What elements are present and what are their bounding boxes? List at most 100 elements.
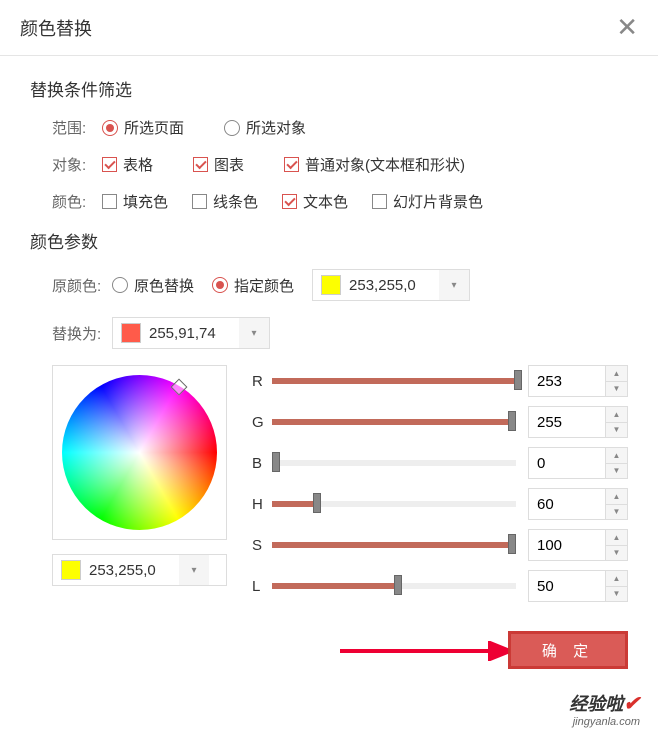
check-label: 表格 [123, 154, 153, 175]
check-chart[interactable]: 图表 [193, 154, 244, 175]
slider-thumb[interactable] [508, 534, 516, 554]
object-label: 对象: [52, 154, 102, 175]
color-params-area: 253,255,0 ▾ R 253 ▲▼ G [30, 365, 628, 611]
slider-fill [272, 583, 394, 589]
radio-selected-objects[interactable]: 所选对象 [224, 117, 306, 138]
color-wheel-box [52, 365, 227, 540]
color-value: 253,255,0 [89, 562, 179, 579]
replace-color-dropdown[interactable]: 255,91,74 ▾ [112, 317, 270, 349]
check-text-color[interactable]: 文本色 [282, 191, 348, 212]
color-replace-dialog: 颜色替换 ✕ 替换条件筛选 范围: 所选页面 所选对象 对象: [0, 0, 658, 699]
color-wheel[interactable] [62, 375, 217, 530]
channel-label: B [252, 455, 272, 472]
original-color-dropdown[interactable]: 253,255,0 ▾ [312, 269, 470, 301]
spinner-value: 60 [529, 489, 605, 519]
chevron-up-icon[interactable]: ▲ [606, 407, 627, 423]
ok-button[interactable]: 确 定 [508, 631, 628, 669]
chevron-up-icon[interactable]: ▲ [606, 571, 627, 587]
slider-fill [272, 542, 516, 548]
wheel-color-dropdown[interactable]: 253,255,0 ▾ [52, 554, 227, 586]
slider-g[interactable] [272, 419, 516, 425]
color-wheel-column: 253,255,0 ▾ [52, 365, 232, 611]
close-icon[interactable]: ✕ [616, 12, 638, 43]
check-table[interactable]: 表格 [102, 154, 153, 175]
slider-thumb[interactable] [394, 575, 402, 595]
spinner-h[interactable]: 60 ▲▼ [528, 488, 628, 520]
slider-h[interactable] [272, 501, 516, 507]
spinner-b[interactable]: 0 ▲▼ [528, 447, 628, 479]
radio-replace-original[interactable]: 原色替换 [112, 275, 194, 296]
check-label: 幻灯片背景色 [393, 191, 483, 212]
row-original-color: 原颜色: 原色替换 指定颜色 253,255,0 ▾ [30, 269, 628, 301]
row-replace-color: 替换为: 255,91,74 ▾ [30, 317, 628, 349]
replace-color-label: 替换为: [52, 323, 112, 344]
radio-selected-pages[interactable]: 所选页面 [102, 117, 184, 138]
chevron-down-icon[interactable]: ▼ [606, 587, 627, 602]
radio-icon [112, 277, 128, 293]
section-params-title: 颜色参数 [30, 228, 628, 253]
spinner-g[interactable]: 255 ▲▼ [528, 406, 628, 438]
checkbox-icon [102, 157, 117, 172]
check-normal-object[interactable]: 普通对象(文本框和形状) [284, 154, 465, 175]
color-swatch [61, 560, 81, 580]
slider-fill [272, 419, 516, 425]
slider-thumb[interactable] [313, 493, 321, 513]
color-wheel-marker[interactable] [171, 379, 188, 396]
slider-row-s: S 100 ▲▼ [252, 529, 628, 561]
slider-row-r: R 253 ▲▼ [252, 365, 628, 397]
watermark: 经验啦✔ jingyanla.com [569, 690, 640, 728]
chevron-down-icon: ▾ [439, 270, 469, 300]
spinner-s[interactable]: 100 ▲▼ [528, 529, 628, 561]
color-swatch [321, 275, 341, 295]
checkbox-icon [102, 194, 117, 209]
spinner-buttons: ▲▼ [605, 530, 627, 560]
slider-thumb[interactable] [272, 452, 280, 472]
chevron-down-icon[interactable]: ▼ [606, 546, 627, 561]
slider-l[interactable] [272, 583, 516, 589]
chevron-up-icon[interactable]: ▲ [606, 366, 627, 382]
watermark-text: 经验啦✔ [569, 690, 640, 716]
check-slide-bg-color[interactable]: 幻灯片背景色 [372, 191, 483, 212]
checkbox-icon [284, 157, 299, 172]
chevron-down-icon[interactable]: ▼ [606, 505, 627, 520]
chevron-down-icon: ▾ [239, 318, 269, 348]
check-line-color[interactable]: 线条色 [192, 191, 258, 212]
slider-row-h: H 60 ▲▼ [252, 488, 628, 520]
radio-icon [102, 120, 118, 136]
spinner-value: 253 [529, 366, 605, 396]
check-label: 填充色 [123, 191, 168, 212]
slider-thumb[interactable] [508, 411, 516, 431]
spinner-r[interactable]: 253 ▲▼ [528, 365, 628, 397]
radio-label: 原色替换 [134, 275, 194, 296]
chevron-up-icon[interactable]: ▲ [606, 489, 627, 505]
chevron-up-icon[interactable]: ▲ [606, 448, 627, 464]
spinner-value: 100 [529, 530, 605, 560]
row-color: 颜色: 填充色 线条色 文本色 幻灯片背景色 [30, 191, 628, 212]
slider-row-g: G 255 ▲▼ [252, 406, 628, 438]
check-label: 线条色 [213, 191, 258, 212]
row-scope: 范围: 所选页面 所选对象 [30, 117, 628, 138]
channel-label: S [252, 537, 272, 554]
dialog-title: 颜色替换 [20, 15, 92, 41]
spinner-value: 50 [529, 571, 605, 601]
slider-b[interactable] [272, 460, 516, 466]
radio-specify-color[interactable]: 指定颜色 [212, 275, 294, 296]
chevron-down-icon[interactable]: ▼ [606, 464, 627, 479]
slider-s[interactable] [272, 542, 516, 548]
slider-row-b: B 0 ▲▼ [252, 447, 628, 479]
spinner-buttons: ▲▼ [605, 571, 627, 601]
slider-r[interactable] [272, 378, 516, 384]
color-value: 255,91,74 [149, 325, 239, 342]
slider-row-l: L 50 ▲▼ [252, 570, 628, 602]
slider-thumb[interactable] [514, 370, 522, 390]
check-fill-color[interactable]: 填充色 [102, 191, 168, 212]
spinner-value: 0 [529, 448, 605, 478]
spinner-l[interactable]: 50 ▲▼ [528, 570, 628, 602]
chevron-down-icon[interactable]: ▼ [606, 423, 627, 438]
checkbox-icon [192, 194, 207, 209]
spinner-buttons: ▲▼ [605, 489, 627, 519]
chevron-up-icon[interactable]: ▲ [606, 530, 627, 546]
radio-label: 指定颜色 [234, 275, 294, 296]
chevron-down-icon[interactable]: ▼ [606, 382, 627, 397]
titlebar: 颜色替换 ✕ [0, 0, 658, 56]
